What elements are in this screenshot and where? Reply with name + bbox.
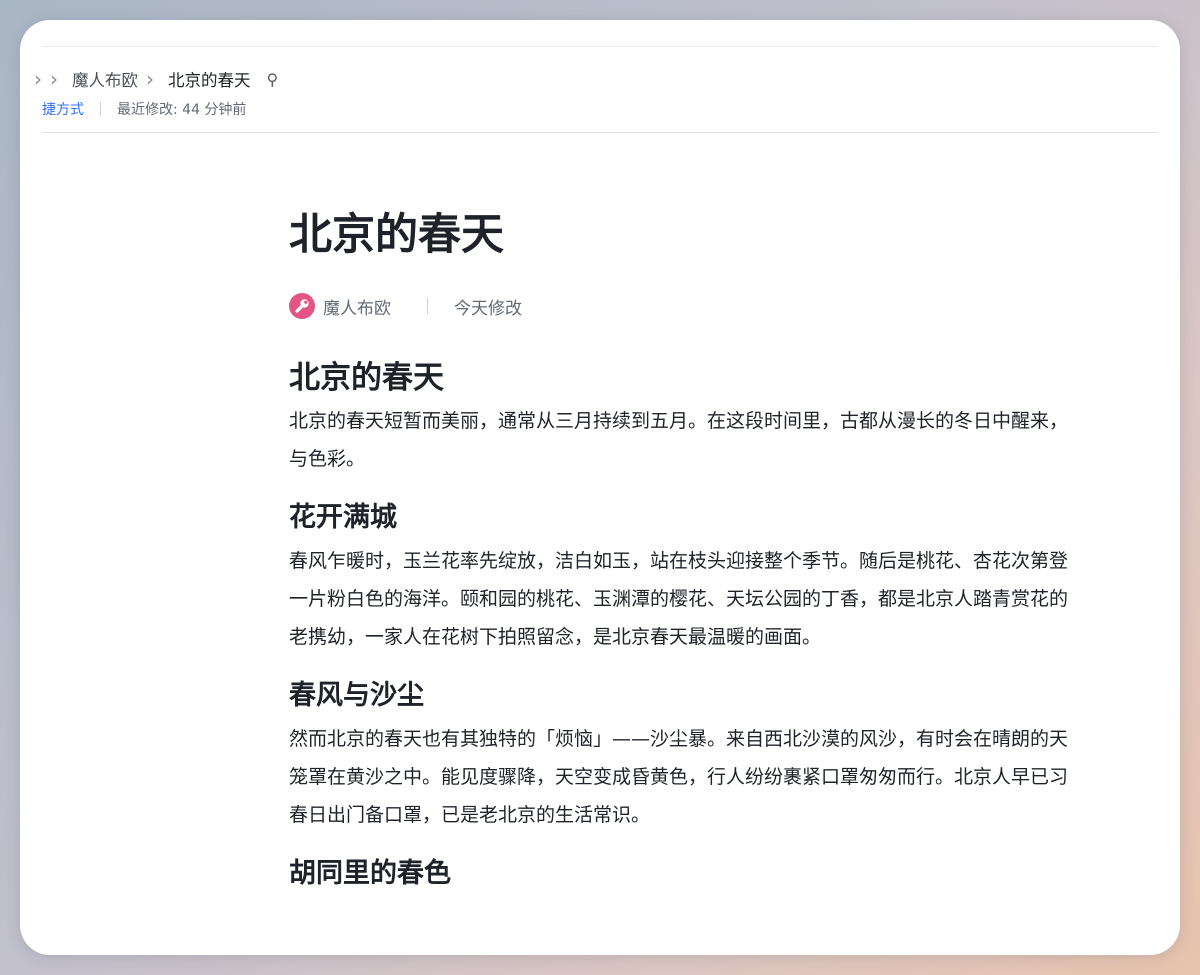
paragraph-line: 春风乍暖时，玉兰花率先绽放，洁白如玉，站在枝头迎接整个季节。随后是桃花、杏花次第… (289, 550, 1069, 572)
paragraph-line: 然而北京的春天也有其独特的「烦恼」——沙尘暴。来自西北沙漠的风沙，有时会在晴朗的… (289, 728, 1069, 750)
section-heading: 胡同里的春色 (289, 858, 451, 889)
top-divider (42, 46, 1158, 47)
document-body: 北京的春天 魔人布欧 今天修改 北京的春天 北京的春天短暂而美丽，通常从三月持续… (289, 205, 1180, 894)
section-heading: 花开满城 (289, 502, 397, 533)
paragraph-line: 笼罩在黄沙之中。能见度骤降，天空变成昏黄色，行人纷纷裹紧口罩匆匆而行。北京人早已… (289, 766, 1069, 788)
chevron-right-icon: › (34, 67, 42, 91)
paragraph-line: 一片粉白色的海洋。颐和园的桃花、玉渊潭的樱花、天坛公园的丁香，都是北京人踏青赏花… (289, 588, 1069, 610)
breadcrumb: › › 魔人布欧 › 北京的春天 ⚲ (20, 67, 278, 91)
avatar[interactable] (289, 293, 315, 319)
section-heading: 北京的春天 (289, 360, 444, 396)
chevron-right-icon: › (50, 67, 58, 91)
paragraph-line: 老携幼，一家人在花树下拍照留念，是北京春天最温暖的画面。 (289, 626, 822, 648)
author-divider (427, 298, 428, 314)
breadcrumb-item-current[interactable]: 北京的春天 (168, 67, 251, 91)
section-paragraph: 然而北京的春天也有其独特的「烦恼」——沙尘暴。来自西北沙漠的风沙，有时会在晴朗的… (289, 720, 1180, 834)
last-modified-text: 最近修改: 44 分钟前 (117, 102, 247, 118)
paragraph-line: 北京的春天短暂而美丽，通常从三月持续到五月。在这段时间里，古都从漫长的冬日中醒来… (289, 410, 1069, 432)
paragraph-line: 春日出门备口罩，已是老北京的生活常识。 (289, 804, 651, 826)
author-row: 魔人布欧 今天修改 (289, 292, 1180, 320)
section-heading: 春风与沙尘 (289, 680, 424, 711)
chevron-right-icon: › (146, 67, 154, 91)
section-paragraph: 春风乍暖时，玉兰花率先绽放，洁白如玉，站在枝头迎接整个季节。随后是桃花、杏花次第… (289, 542, 1180, 656)
meta-divider (100, 102, 101, 116)
section-paragraph: 北京的春天短暂而美丽，通常从三月持续到五月。在这段时间里，古都从漫长的冬日中醒来… (289, 402, 1180, 478)
author-name[interactable]: 魔人布欧 (323, 294, 391, 319)
wrench-icon (295, 299, 309, 313)
shortcut-link[interactable]: 捷方式 (42, 99, 84, 119)
edited-text: 今天修改 (454, 298, 522, 319)
document-window: › › 魔人布欧 › 北京的春天 ⚲ 捷方式 最近修改: 44 分钟前 北京的春… (20, 20, 1180, 955)
pin-icon[interactable]: ⚲ (267, 70, 279, 89)
page-title: 北京的春天 (289, 210, 504, 260)
header-divider (42, 132, 1158, 133)
paragraph-line: 与色彩。 (289, 448, 366, 470)
breadcrumb-item-parent[interactable]: 魔人布欧 (72, 67, 138, 91)
header-meta: 捷方式 最近修改: 44 分钟前 (42, 99, 246, 119)
